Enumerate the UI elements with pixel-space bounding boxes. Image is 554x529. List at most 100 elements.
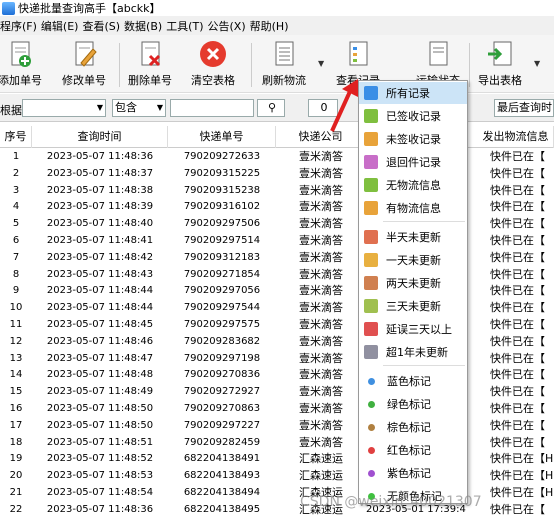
export-dropdown-arrow[interactable]: ▼	[534, 59, 540, 68]
table-row[interactable]: 182023-05-07 11:48:51790209282459壹米滴答46快…	[0, 435, 554, 450]
title-bar: 快递批量查询高手【abckk】	[0, 0, 554, 16]
add-doc-icon	[11, 41, 31, 67]
table-row[interactable]: 202023-05-07 11:48:53682204138493汇森速运39快…	[0, 468, 554, 483]
filter-menu-item[interactable]: 退回件记录	[359, 151, 467, 173]
table-row[interactable]: 132023-05-07 11:48:47790209297198壹米滴答27快…	[0, 351, 554, 366]
table-row[interactable]: 192023-05-07 11:48:52682204138491汇森速运01快…	[0, 451, 554, 466]
chevron-down-icon: ▼	[96, 103, 103, 112]
filter-list-icon	[349, 41, 368, 66]
table-row[interactable]: 72023-05-07 11:48:42790209312183壹米滴答28快件…	[0, 250, 554, 265]
filter-menu-item[interactable]: 一天未更新	[359, 249, 467, 271]
menu-edit[interactable]: 编辑(E)	[41, 18, 83, 34]
table-row[interactable]: 122023-05-07 11:48:46790209283682壹米滴答24快…	[0, 334, 554, 349]
menu-view[interactable]: 查看(S)	[82, 18, 124, 34]
table-row[interactable]: 12023-05-07 11:48:36790209272633壹米滴答03快件…	[0, 149, 554, 164]
filter-menu-item[interactable]: 蓝色标记	[359, 370, 467, 392]
filter-menu-item[interactable]: 绿色标记	[359, 393, 467, 415]
table-row[interactable]: 92023-05-07 11:48:44790209297056壹米滴答43快件…	[0, 283, 554, 298]
menu-separator	[383, 365, 465, 366]
table-cell: 790209271854	[183, 268, 261, 280]
export-button[interactable]: 导出表格	[474, 39, 526, 91]
table-row[interactable]: 172023-05-07 11:48:50790209297227壹米滴答24快…	[0, 418, 554, 433]
table-cell: 2023-05-07 11:48:40	[46, 218, 154, 230]
table-cell: 2023-05-07 11:48:41	[46, 235, 154, 246]
add-button[interactable]: 添加单号	[0, 39, 46, 91]
filter-menu-label: 无物流信息	[386, 179, 441, 192]
table-cell: 790209283682	[183, 335, 261, 347]
table-cell: 壹米滴答	[299, 334, 343, 348]
filter-menu-item[interactable]: 延误三天以上	[359, 318, 467, 340]
delete-button[interactable]: 删除单号	[124, 39, 176, 91]
filter-menu-item[interactable]: 两天未更新	[359, 272, 467, 294]
filter-menu-item[interactable]: 红色标记	[359, 439, 467, 461]
filter-menu-item[interactable]: 三天未更新	[359, 295, 467, 317]
table-row[interactable]: 112023-05-07 11:48:45790209297575壹米滴答57快…	[0, 317, 554, 332]
filter-menu-item[interactable]: 半天未更新	[359, 226, 467, 248]
table-cell: 壹米滴答	[299, 267, 343, 281]
table-cell: 19	[9, 453, 23, 465]
table-cell: 快件已在【	[490, 267, 545, 281]
table-cell: 7	[12, 251, 20, 263]
table-cell: 汇森速运	[299, 452, 343, 466]
color-dot-icon	[368, 377, 375, 385]
filter-menu-label: 红色标记	[387, 444, 431, 457]
table-cell: 790209315238	[183, 184, 261, 196]
sort-field-select[interactable]: 最后查询时	[494, 99, 554, 117]
filter-text-input[interactable]	[170, 99, 254, 117]
filter-menu-item[interactable]: 无物流信息	[359, 174, 467, 196]
table-cell: 1	[12, 151, 20, 162]
filter-menu-item[interactable]: 未签收记录	[359, 128, 467, 150]
table-cell: 790209297198	[183, 352, 261, 364]
filter-menu-item[interactable]: 已签收记录	[359, 105, 467, 127]
toolbar: 添加单号 修改单号 删除单号 清空表格 刷新物流 ▼ 查看记录 运输状态 导出表…	[0, 35, 554, 93]
search-button[interactable]: ⚲	[257, 99, 285, 117]
filter-menu-item[interactable]: 紫色标记	[359, 462, 467, 484]
menu-data[interactable]: 数据(B)	[124, 18, 166, 34]
refresh-dropdown-arrow[interactable]: ▼	[318, 59, 324, 68]
table-cell: 壹米滴答	[299, 217, 343, 231]
table-row[interactable]: 62023-05-07 11:48:41790209297514壹米滴答48快件…	[0, 233, 554, 248]
refresh-button[interactable]: 刷新物流	[258, 39, 310, 91]
menu-tools[interactable]: 工具(T)	[166, 18, 207, 34]
table-cell: 快件已在【	[490, 368, 545, 382]
table-row[interactable]: 102023-05-07 11:48:44790209297544壹米滴答28快…	[0, 300, 554, 315]
table-cell: 790209272633	[183, 151, 261, 162]
clear-button[interactable]: 清空表格	[187, 39, 239, 91]
table-row[interactable]: 32023-05-07 11:48:38790209315238壹米滴答38快件…	[0, 183, 554, 198]
table-cell: 壹米滴答	[299, 150, 343, 163]
column-header[interactable]: 查询时间	[32, 126, 168, 148]
menu-help[interactable]: 帮助(H)	[250, 18, 293, 34]
filter-menu-item[interactable]: 棕色标记	[359, 416, 467, 438]
table-cell: 790209297056	[183, 285, 261, 297]
table-row[interactable]: 162023-05-07 11:48:50790209270863壹米滴答28快…	[0, 401, 554, 416]
table-cell: 790209316102	[183, 201, 261, 213]
toolbar-separator	[119, 43, 120, 87]
table-cell: 790209297544	[183, 302, 261, 314]
table-cell: 快件已在【	[490, 351, 545, 365]
menu-bar: 程序(F) 编辑(E) 查看(S) 数据(B) 工具(T) 公告(X) 帮助(H…	[0, 16, 554, 35]
table-cell: 2023-05-07 11:48:44	[46, 302, 154, 314]
table-row[interactable]: 22023-05-07 11:48:37790209315225壹米滴答14快件…	[0, 166, 554, 181]
table-cell: 快件已在【	[490, 250, 545, 264]
filter-menu-item[interactable]: 超1年未更新	[359, 341, 467, 363]
column-header[interactable]: 快递单号	[168, 126, 276, 148]
table-row[interactable]: 42023-05-07 11:48:39790209316102壹米滴答36快件…	[0, 199, 554, 214]
menu-program[interactable]: 程序(F)	[0, 18, 41, 34]
clear-icon	[200, 41, 226, 67]
color-dot-icon	[368, 423, 375, 431]
table-cell: 壹米滴答	[299, 435, 343, 449]
filter-menu-item[interactable]: 有物流信息	[359, 197, 467, 219]
table-cell: 11	[9, 319, 23, 330]
column-header[interactable]: 序号	[0, 126, 32, 148]
filter-field-select[interactable]: ▼	[22, 99, 106, 117]
table-row[interactable]: 152023-05-07 11:48:49790209272927壹米滴答48快…	[0, 384, 554, 399]
edit-button[interactable]: 修改单号	[58, 39, 110, 91]
filter-menu-item[interactable]: 所有记录	[359, 82, 467, 104]
menu-notice[interactable]: 公告(X)	[208, 18, 250, 34]
column-header[interactable]: 发出物流信息	[468, 126, 554, 148]
filter-mode-select[interactable]: 包含 ▼	[112, 99, 166, 117]
table-cell: 2023-05-07 11:48:51	[46, 436, 154, 448]
table-row[interactable]: 82023-05-07 11:48:43790209271854壹米滴答28快件…	[0, 267, 554, 282]
table-row[interactable]: 142023-05-07 11:48:48790209270836壹米滴答46快…	[0, 367, 554, 382]
table-row[interactable]: 52023-05-07 11:48:40790209297506壹米滴答25快件…	[0, 216, 554, 231]
